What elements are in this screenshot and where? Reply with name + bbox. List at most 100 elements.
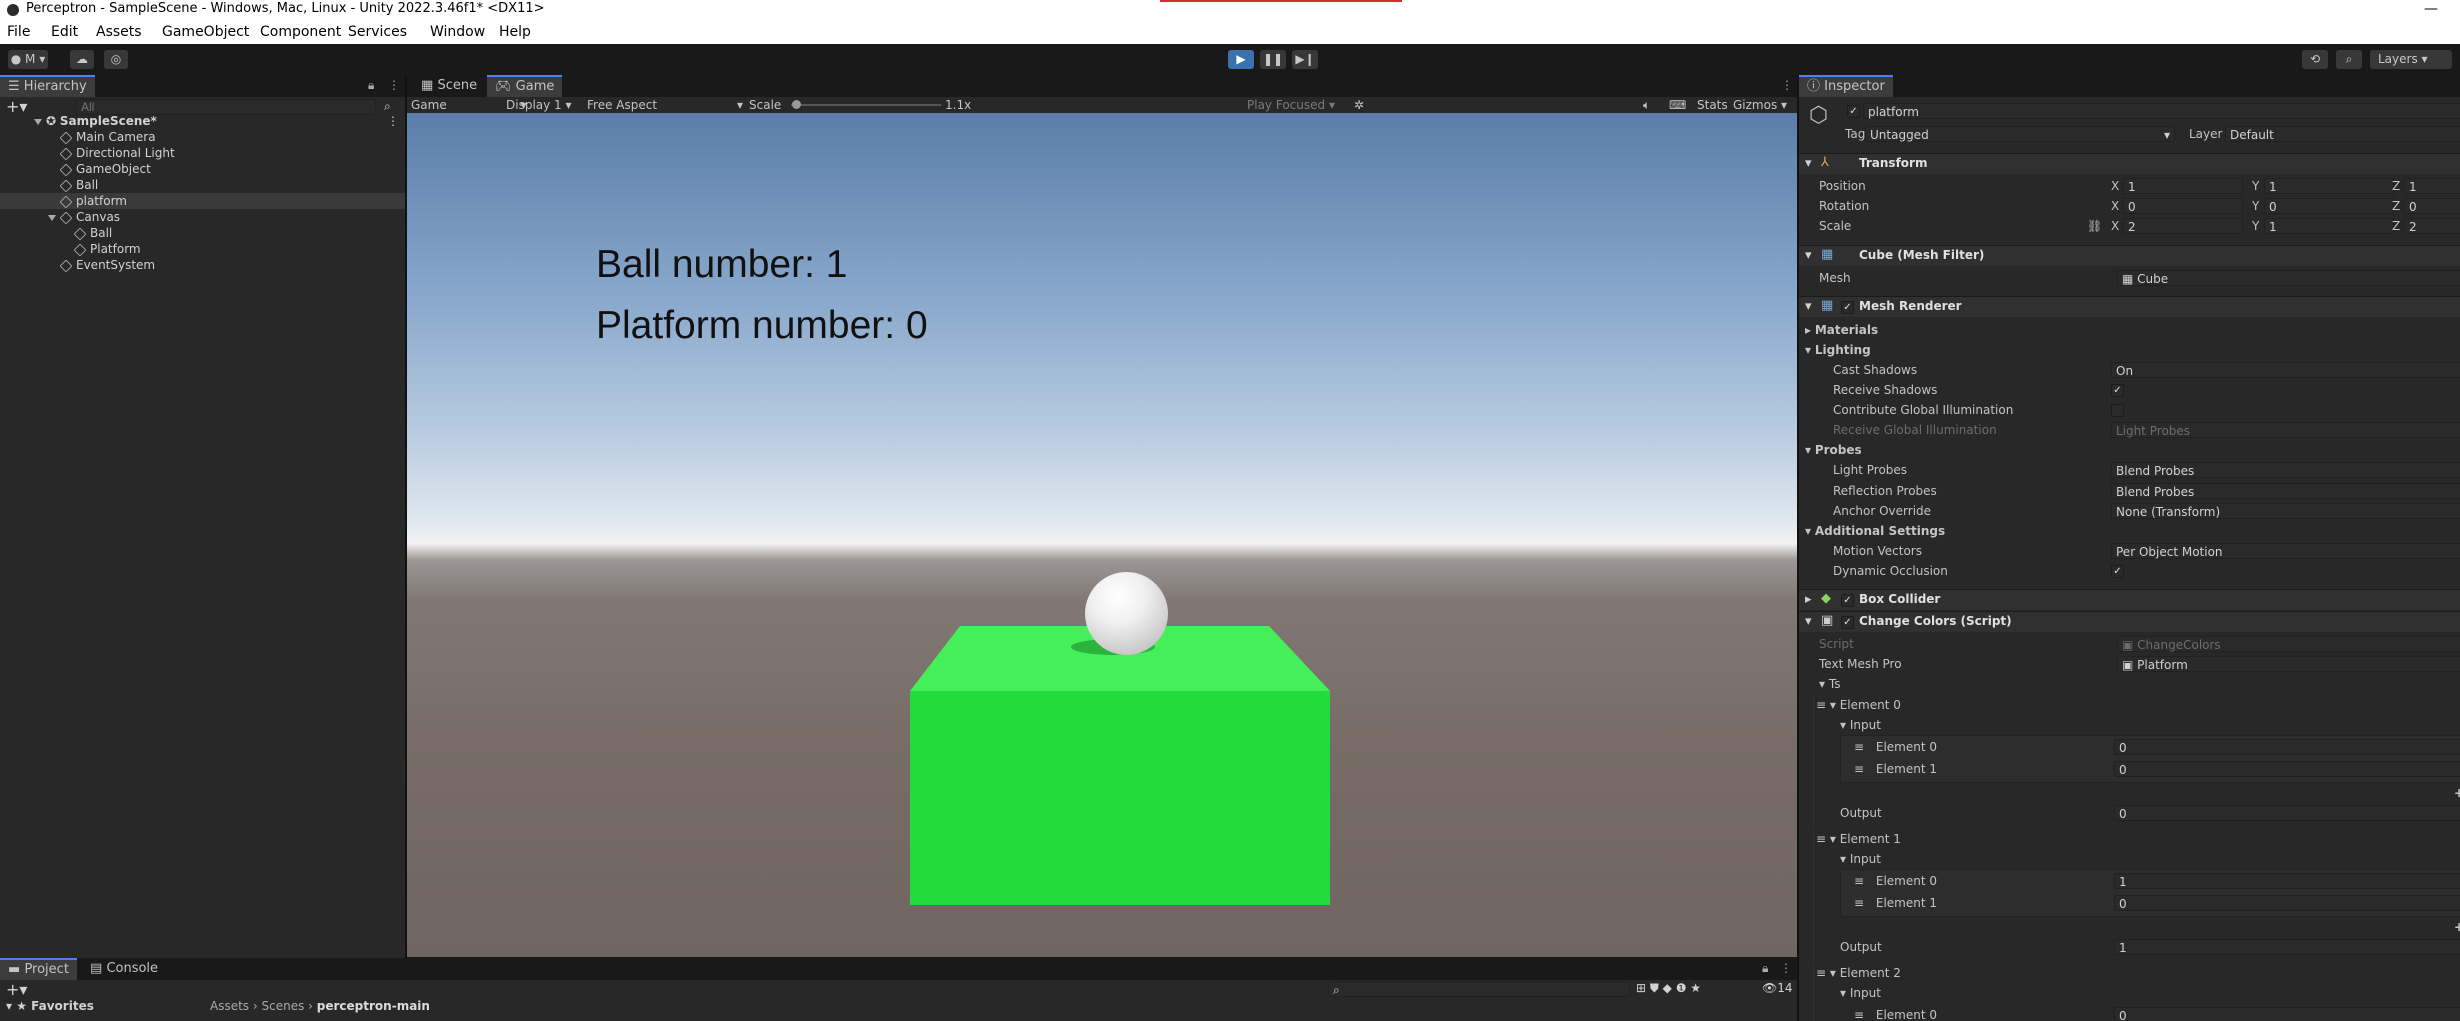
tab-project[interactable]: ▬ Project (0, 958, 77, 980)
breadcrumb-scenes[interactable]: Scenes (262, 999, 305, 1013)
input-element-1-field[interactable]: 0 (2114, 761, 2460, 777)
input-element-1-field[interactable]: 0 (2114, 895, 2460, 911)
scale-y-field[interactable]: 1 (2264, 218, 2394, 234)
rotation-y-field[interactable]: 0 (2264, 198, 2394, 214)
project-lock-icon[interactable]: 🔒︎ (1762, 961, 1768, 976)
layers-dropdown[interactable]: Layers ▾ (2370, 50, 2452, 69)
scale-z-field[interactable]: 2 (2404, 218, 2460, 234)
play-button[interactable]: ▶ (1228, 50, 1254, 69)
input-foldout[interactable]: ▾ Input (1840, 851, 1881, 867)
rotation-x-field[interactable]: 0 (2123, 198, 2243, 214)
output-field[interactable]: 1 (2114, 939, 2460, 955)
hierarchy-item-gameobject[interactable]: GameObject (0, 161, 405, 177)
box-collider-header[interactable]: ▸ ◆ ✓ Box Collider (1799, 589, 2460, 610)
step-button[interactable]: ▶❙ (1292, 50, 1318, 69)
tag-dropdown[interactable]: Untagged ▾ (1865, 126, 2175, 142)
tab-inspector[interactable]: ⓘ Inspector (1799, 75, 1893, 97)
input-element-0-field[interactable]: 1 (2114, 873, 2460, 889)
mesh-renderer-enabled-checkbox[interactable]: ✓ (1841, 301, 1854, 314)
menu-gameobject[interactable]: GameObject (162, 24, 249, 40)
hierarchy-item-ball[interactable]: Ball (0, 177, 405, 193)
aspect-dropdown[interactable]: Free Aspect ▾ (587, 97, 743, 113)
hierarchy-item-main-camera[interactable]: Main Camera (0, 129, 405, 145)
bug-icon[interactable]: ✲ (1354, 97, 1364, 113)
display-dropdown[interactable]: Display 1 ▾ (506, 97, 572, 113)
stats-button[interactable]: Stats (1697, 97, 1728, 113)
dynamic-occlusion-checkbox[interactable]: ✓ (2111, 565, 2124, 578)
search-icon[interactable]: ⌕ (2336, 50, 2362, 69)
hierarchy-item-canvas-ball[interactable]: Ball (0, 225, 405, 241)
menu-assets[interactable]: Assets (96, 24, 142, 40)
splitter[interactable] (405, 75, 407, 958)
input-foldout[interactable]: ▾ Input (1840, 985, 1881, 1001)
menu-services[interactable]: Services (348, 24, 407, 40)
object-name-field[interactable]: platform (1863, 103, 2460, 119)
keyboard-icon[interactable]: ⌨ (1669, 97, 1686, 113)
scene-more-icon[interactable]: ⋮ (387, 113, 399, 129)
probes-foldout[interactable]: ▾ Probes (1805, 442, 1862, 458)
element-1-foldout[interactable]: ≡ ▾ Element 1 (1816, 831, 1901, 847)
breadcrumb-assets[interactable]: Assets (210, 999, 249, 1013)
menu-edit[interactable]: Edit (51, 24, 78, 40)
input-element-0-field[interactable]: 0 (2114, 1007, 2460, 1021)
cloud-icon[interactable]: ☁ (70, 50, 94, 69)
hierarchy-item-canvas[interactable]: Canvas (0, 209, 405, 225)
tab-hierarchy[interactable]: ☰ Hierarchy (0, 75, 95, 97)
account-button[interactable]: ● M ▾ (8, 50, 48, 69)
constrain-proportions-icon[interactable]: ⛓ (2087, 218, 2102, 234)
position-x-field[interactable]: 1 (2123, 178, 2243, 194)
transform-header[interactable]: ▾ ⅄ Transform (1799, 153, 2460, 174)
mesh-field[interactable]: ▦ Cube (2117, 270, 2460, 286)
input-foldout[interactable]: ▾ Input (1840, 717, 1881, 733)
favorites-header[interactable]: ▾ ★ Favorites (6, 999, 94, 1013)
game-more-icon[interactable]: ⋮ (1781, 78, 1793, 92)
hierarchy-item-directional-light[interactable]: Directional Light (0, 145, 405, 161)
game-viewport[interactable]: Ball number: 1 Platform number: 0 (407, 113, 1797, 957)
materials-foldout[interactable]: ▸ Materials (1805, 322, 1878, 338)
menu-file[interactable]: File (7, 24, 30, 40)
menu-help[interactable]: Help (499, 24, 531, 40)
lighting-foldout[interactable]: ▾ Lighting (1805, 342, 1871, 358)
change-colors-enabled-checkbox[interactable]: ✓ (1841, 616, 1854, 629)
play-focused-dropdown[interactable]: Play Focused ▾ (1247, 97, 1335, 113)
lock-icon[interactable]: 🔒︎ (368, 78, 374, 93)
motion-vectors-dropdown[interactable]: Per Object Motion (2111, 543, 2460, 559)
hierarchy-item-eventsystem[interactable]: EventSystem (0, 257, 405, 273)
position-z-field[interactable]: 1 (2404, 178, 2460, 194)
splitter[interactable] (1797, 75, 1799, 1021)
mesh-filter-header[interactable]: ▾ ▦ Cube (Mesh Filter) (1799, 245, 2460, 266)
scale-x-field[interactable]: 2 (2123, 218, 2243, 234)
project-search-input[interactable]: ⌕ (1328, 981, 1630, 997)
hierarchy-item-platform[interactable]: platform (0, 193, 405, 209)
pause-button[interactable]: ❚❚ (1260, 50, 1286, 69)
gizmos-dropdown[interactable]: Gizmos ▾ (1733, 97, 1787, 113)
menu-component[interactable]: Component (260, 24, 341, 40)
active-checkbox[interactable]: ✓ (1847, 105, 1860, 118)
additional-settings-foldout[interactable]: ▾ Additional Settings (1805, 523, 1945, 539)
add-element-button[interactable]: + (2454, 919, 2460, 935)
layer-dropdown[interactable]: Default (2225, 126, 2460, 142)
create-asset-button[interactable]: +▾ (6, 980, 27, 999)
reflection-probes-dropdown[interactable]: Blend Probes (2111, 483, 2460, 499)
more-menu-icon[interactable]: ⋮ (388, 78, 400, 92)
add-element-button[interactable]: + (2454, 785, 2460, 801)
minimize-button[interactable]: — (2424, 1, 2438, 17)
search-filter-icon[interactable]: ⌕ (384, 99, 391, 114)
input-element-0-field[interactable]: 0 (2114, 739, 2460, 755)
tab-console[interactable]: ▤ Console (82, 958, 166, 980)
menu-window[interactable]: Window (430, 24, 485, 40)
tab-game[interactable]: 🎮︎ Game (487, 75, 563, 97)
hierarchy-item-canvas-platform[interactable]: Platform (0, 241, 405, 257)
light-probes-dropdown[interactable]: Blend Probes (2111, 462, 2460, 478)
project-more-icon[interactable]: ⋮ (1780, 961, 1792, 975)
position-y-field[interactable]: 1 (2264, 178, 2394, 194)
element-0-foldout[interactable]: ≡ ▾ Element 0 (1816, 697, 1901, 713)
rotation-z-field[interactable]: 0 (2404, 198, 2460, 214)
scene-row[interactable]: ✪ SampleScene* ⋮ (0, 113, 405, 129)
search-by-type-icon[interactable]: ⊞ ⛊ ◆ ❶ ★ (1636, 981, 1701, 996)
ts-foldout[interactable]: ▾ Ts (1819, 676, 1840, 692)
box-collider-enabled-checkbox[interactable]: ✓ (1841, 594, 1854, 607)
scale-slider-handle[interactable] (792, 100, 801, 109)
receive-shadows-checkbox[interactable]: ✓ (2111, 384, 2124, 397)
output-field[interactable]: 0 (2114, 805, 2460, 821)
